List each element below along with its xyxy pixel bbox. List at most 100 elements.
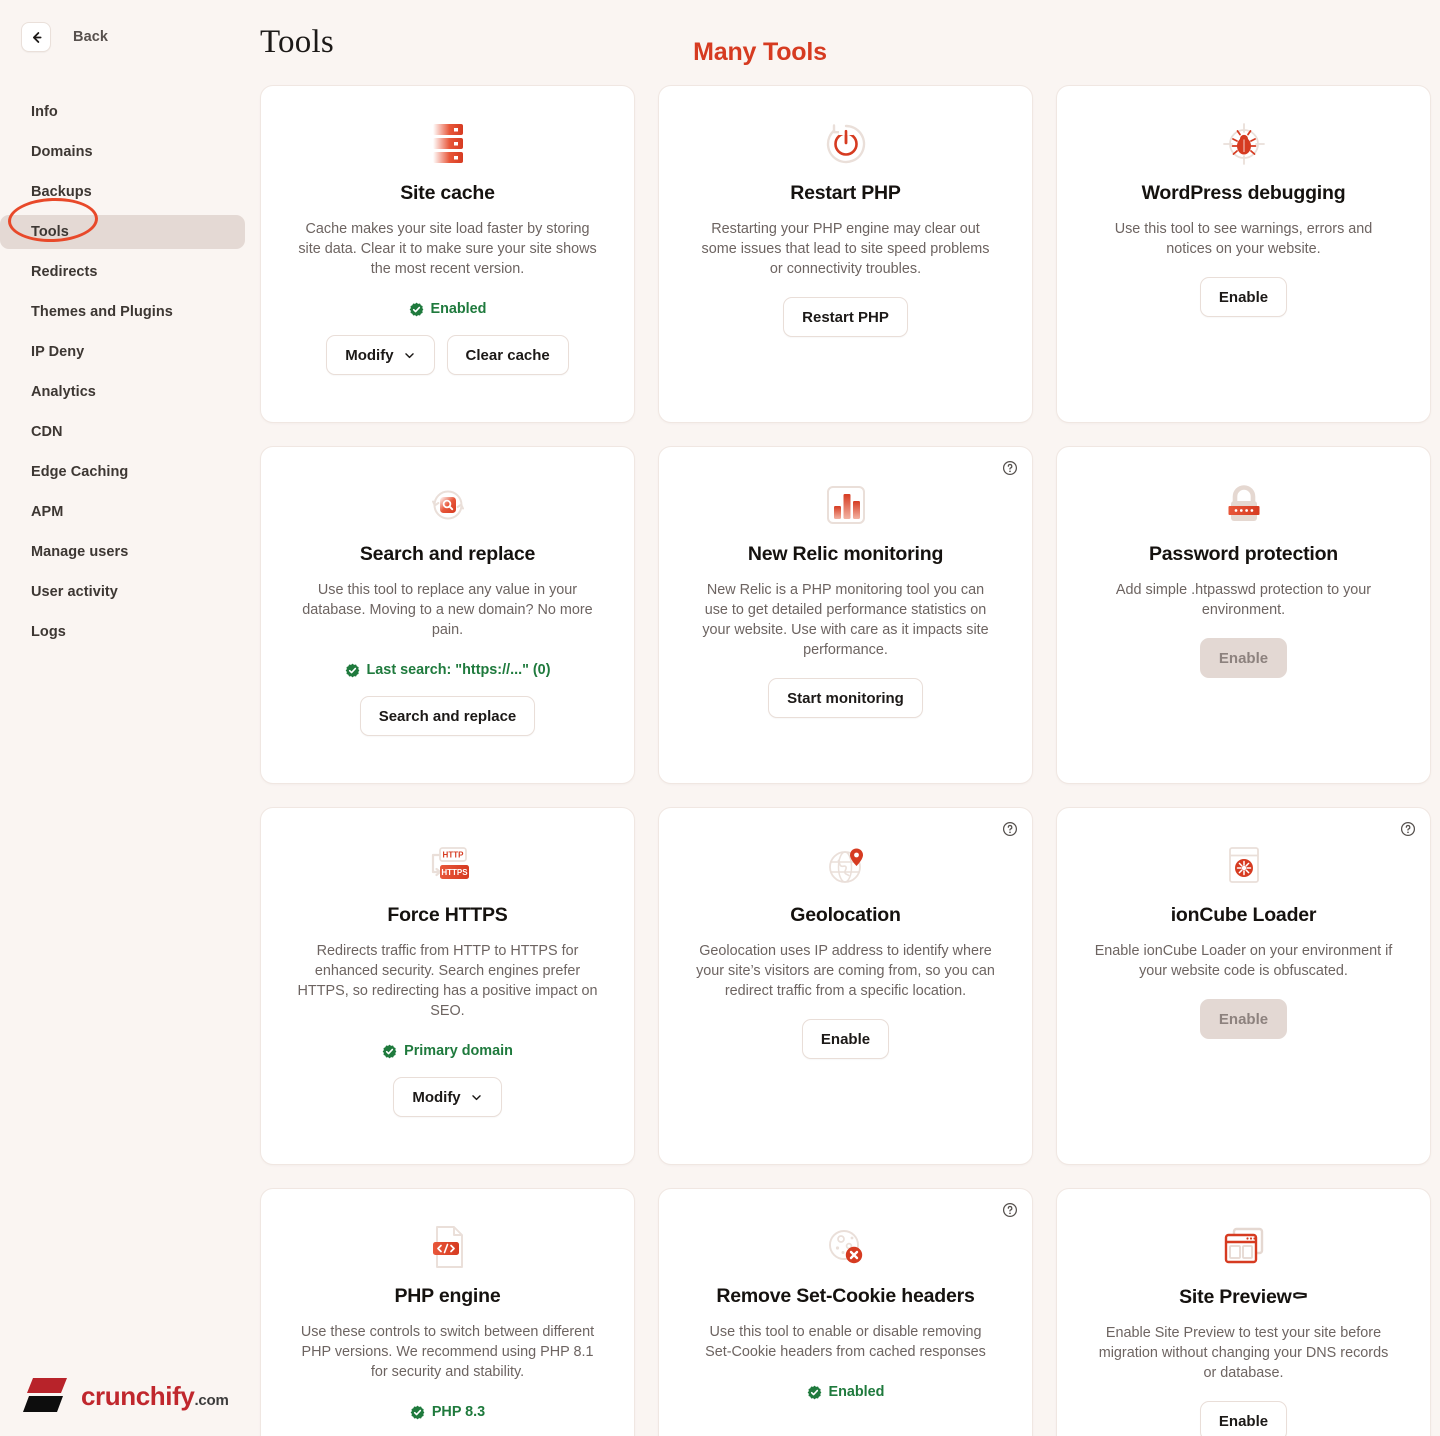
sidebar-item-label: Edge Caching: [31, 464, 129, 480]
enable-button[interactable]: Enable: [1199, 1401, 1288, 1436]
tool-card-title: ionCube Loader: [1170, 904, 1317, 926]
enable-button[interactable]: Enable: [1199, 277, 1288, 317]
start-monitoring-button[interactable]: Start monitoring: [768, 678, 923, 718]
tool-card-description: Use this tool to enable or disable remov…: [705, 1324, 986, 1360]
tool-card-description: Restarting your PHP engine may clear out…: [701, 221, 990, 277]
button-label: Start monitoring: [787, 689, 904, 707]
crunchify-logo-mark: [23, 1374, 71, 1418]
tool-card-ioncube-loader: ionCube Loader Enable ionCube Loader on y…: [1056, 807, 1431, 1165]
tool-card-title: Password protection: [1148, 543, 1339, 565]
back-button[interactable]: [21, 22, 51, 52]
check-badge-icon: [409, 302, 423, 316]
cookie-remove-icon: [820, 1221, 872, 1273]
help-icon[interactable]: [1400, 821, 1416, 837]
clear-cache-button[interactable]: Clear cache: [446, 335, 569, 375]
server-stack-icon: [422, 118, 474, 170]
check-badge-icon: [382, 1044, 397, 1058]
sidebar-item-label: User activity: [31, 584, 118, 600]
sidebar-item-logs[interactable]: Logs: [0, 615, 245, 649]
tool-card-description: Enable ionCube Loader on your environmen…: [1094, 943, 1393, 979]
enable-button[interactable]: Enable: [801, 1019, 890, 1059]
tool-card-title: Search and replace: [359, 543, 536, 565]
main-content: Tools Many Tools Site cache Cache makes y…: [260, 0, 1440, 1436]
sidebar-item-domains[interactable]: Domains: [0, 135, 245, 169]
tool-card-title: PHP engine: [394, 1285, 501, 1307]
search-refresh-icon: [422, 479, 474, 531]
modify-button[interactable]: Modify: [326, 335, 435, 375]
enable-button: Enable: [1199, 999, 1288, 1039]
status-label: Enabled: [828, 1384, 885, 1400]
button-label: Modify: [412, 1088, 461, 1106]
svg-text:HTTP: HTTP: [442, 851, 464, 860]
tool-card-description: Redirects traffic from HTTP to HTTPS for…: [297, 943, 598, 1019]
tool-card-status: Enabled: [409, 301, 487, 317]
bug-crosshair-icon: [1218, 118, 1270, 170]
sidebar-item-tools[interactable]: Tools: [0, 215, 245, 249]
sidebar-item-backups[interactable]: Backups: [0, 175, 245, 209]
logo-tld: .com: [194, 1391, 229, 1409]
tool-card-site-preview: Site Preview⚰ Enable Site Preview to test…: [1056, 1188, 1431, 1436]
tool-card-title: New Relic monitoring: [747, 543, 944, 565]
check-badge-icon: [410, 1405, 425, 1419]
browser-windows-icon: [1218, 1221, 1270, 1273]
button-label: Restart PHP: [802, 308, 889, 326]
help-icon[interactable]: [1002, 460, 1018, 476]
sidebar-item-label: IP Deny: [31, 344, 85, 360]
tool-card-description: Geolocation uses IP address to identify …: [696, 943, 995, 999]
restart-php-button[interactable]: Restart PHP: [783, 297, 908, 337]
http-to-https-icon: HTTP HTTPS: [422, 840, 474, 892]
tool-card-title: Geolocation: [790, 904, 901, 926]
ioncube-window-icon: [1218, 840, 1270, 892]
sidebar-item-ip-deny[interactable]: IP Deny: [0, 335, 245, 369]
sidebar-item-label: Manage users: [31, 544, 129, 560]
sidebar-item-analytics[interactable]: Analytics: [0, 375, 245, 409]
enable-button: Enable: [1199, 638, 1288, 678]
sidebar-item-info[interactable]: Info: [0, 95, 245, 129]
logo-name: crunchify: [81, 1380, 195, 1411]
tool-card-actions: Modify: [393, 1077, 502, 1117]
sidebar-item-redirects[interactable]: Redirects: [0, 255, 245, 289]
sidebar-item-label: Info: [31, 104, 58, 120]
tool-card-restart-php: Restart PHP Restarting your PHP engine ma…: [658, 85, 1033, 423]
banner-title: Many Tools: [693, 38, 827, 66]
chevron-down-icon: [471, 1094, 481, 1100]
tool-card-title: Site Preview⚰: [1179, 1286, 1308, 1308]
button-label: Modify: [345, 346, 394, 364]
status-label: PHP 8.3: [431, 1404, 486, 1420]
tool-card-php-engine: PHP engine Use these controls to switch b…: [260, 1188, 635, 1436]
tool-card-actions: Enable: [1199, 999, 1288, 1039]
tool-card-actions: Enable: [1199, 277, 1288, 317]
tool-card-actions: Enable: [801, 1019, 890, 1059]
sidebar-item-label: Tools: [31, 224, 69, 240]
chevron-down-icon: [404, 352, 414, 358]
sidebar-item-apm[interactable]: APM: [0, 495, 245, 529]
tool-card-password-protection: Password protection Add simple .htpasswd …: [1056, 446, 1431, 784]
tool-card-new-relic-monitoring: New Relic monitoring New Relic is a PHP m…: [658, 446, 1033, 784]
tool-card-title: Force HTTPS: [387, 904, 508, 926]
button-label: Clear cache: [465, 346, 550, 364]
sidebar-item-cdn[interactable]: CDN: [0, 415, 245, 449]
tool-card-actions: Start monitoring: [768, 678, 923, 718]
button-label: Enable: [1218, 1010, 1269, 1028]
sidebar-item-themes-and-plugins[interactable]: Themes and Plugins: [0, 295, 245, 329]
arrow-left-icon: [29, 30, 44, 45]
code-file-icon: [422, 1221, 474, 1273]
svg-text:HTTPS: HTTPS: [441, 868, 468, 877]
button-label: Enable: [820, 1030, 871, 1048]
tool-card-force-https: HTTP HTTPS Force HTTPS Redirects traffic …: [260, 807, 635, 1165]
sidebar-item-label: APM: [31, 504, 64, 520]
search-and-replace-button[interactable]: Search and replace: [359, 696, 536, 736]
modify-button[interactable]: Modify: [393, 1077, 502, 1117]
tool-card-actions: Enable: [1199, 1401, 1288, 1436]
sidebar-item-label: Analytics: [31, 384, 96, 400]
sidebar-item-label: Domains: [31, 144, 93, 160]
status-label: Enabled: [430, 301, 487, 317]
sidebar-item-manage-users[interactable]: Manage users: [0, 535, 245, 569]
tool-card-status: Last search: "https://..." (0): [345, 662, 550, 678]
help-icon[interactable]: [1002, 821, 1018, 837]
tool-card-actions: Enable: [1199, 638, 1288, 678]
help-icon[interactable]: [1002, 1202, 1018, 1218]
tool-card-geolocation: Geolocation Geolocation uses IP address t…: [658, 807, 1033, 1165]
sidebar-item-edge-caching[interactable]: Edge Caching: [0, 455, 245, 489]
sidebar-item-user-activity[interactable]: User activity: [0, 575, 245, 609]
